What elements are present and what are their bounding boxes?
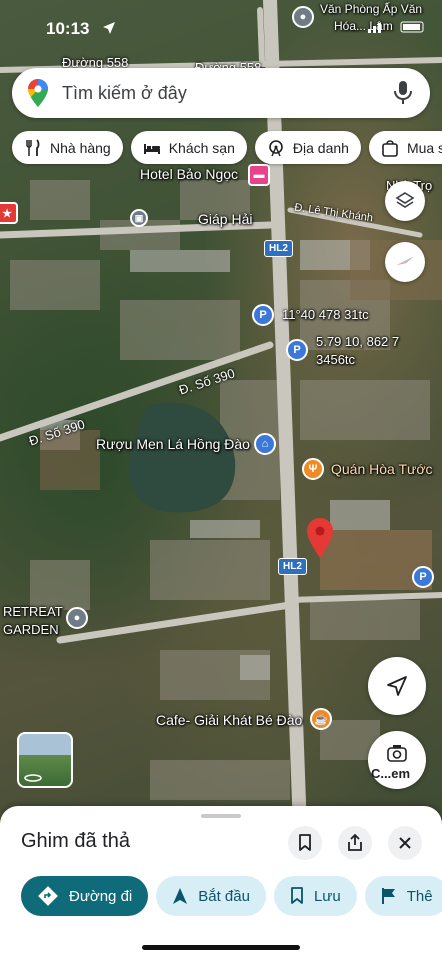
compass-icon <box>397 257 413 265</box>
poi-ruou-men[interactable]: Rượu Men Lá Hồng Đào <box>96 437 250 452</box>
attraction-star-icon[interactable]: ★ <box>0 202 18 224</box>
search-bar[interactable]: Tìm kiếm ở đây <box>12 68 430 118</box>
flag-icon <box>381 888 395 904</box>
parking-p-icon-3[interactable]: P <box>412 566 434 588</box>
bottom-sheet[interactable]: Ghim đã thả Đường đi Bắt đầu Lưu Thê <box>0 806 442 960</box>
start-label: Bắt đầu <box>198 887 250 905</box>
google-maps-logo-icon <box>28 79 48 107</box>
restaurant-fork-icon[interactable]: Ψ <box>302 458 324 480</box>
share-button[interactable] <box>338 826 372 860</box>
directions-button[interactable]: Đường đi <box>21 876 149 916</box>
highway-shield-hl2-top: HL2 <box>264 240 293 257</box>
close-icon <box>399 837 411 849</box>
parking-p-icon-2[interactable]: P <box>286 339 308 361</box>
poi-garden: GARDEN <box>3 622 59 637</box>
my-location-button[interactable] <box>368 657 426 715</box>
poi-coord-1[interactable]: 11°40 478 31tc <box>282 307 369 322</box>
chip-label: Khách sạn <box>168 139 235 156</box>
poi-coord-2[interactable]: 5.79 10, 862 7 <box>316 334 399 349</box>
dropped-pin-marker-icon[interactable] <box>307 518 333 558</box>
poi-retreat[interactable]: RETREAT <box>3 604 63 619</box>
close-button[interactable] <box>388 826 422 860</box>
shopping-bag-icon <box>382 139 398 157</box>
add-label-button[interactable]: Thê <box>364 876 442 916</box>
sheet-drag-handle[interactable] <box>201 814 241 818</box>
chip-restaurants[interactable]: Nhà hàng <box>12 131 123 164</box>
chip-label: Nhà hàng <box>50 139 111 156</box>
directions-label: Đường đi <box>69 887 133 905</box>
bed-icon <box>143 143 160 154</box>
lens-label: C...em <box>371 766 411 781</box>
ferris-wheel-icon <box>269 139 283 156</box>
chip-attractions[interactable]: Địa danh <box>254 131 361 164</box>
action-buttons: Đường đi Bắt đầu Lưu Thê <box>21 876 442 916</box>
fork-knife-icon <box>26 138 40 156</box>
poi-cafe-be-dao[interactable]: Cafe- Giải Khát Bé Đào <box>156 713 302 728</box>
poi-coord-3: 3456tc <box>316 352 356 367</box>
chip-shopping[interactable]: Mua s <box>368 131 442 164</box>
bus-stop-icon[interactable]: ▣ <box>130 209 148 227</box>
share-icon <box>348 834 362 851</box>
home-indicator[interactable] <box>142 945 300 950</box>
chip-label: Mua s <box>406 139 442 156</box>
poi-hotel-bao-ngoc[interactable]: Hotel Bảo Ngọc <box>140 167 238 182</box>
rotate-360-icon <box>24 774 42 782</box>
search-input[interactable]: Tìm kiếm ở đây <box>62 83 392 104</box>
save-label: Lưu <box>313 887 341 905</box>
add-label-label: Thê <box>406 887 433 905</box>
sheet-title: Ghim đã thả <box>21 830 130 852</box>
street-view-thumbnail[interactable] <box>17 732 73 788</box>
shop-lock-icon[interactable]: ⌂ <box>254 433 276 455</box>
camera-icon <box>387 745 407 762</box>
directions-icon <box>38 886 58 906</box>
save-bookmark-button[interactable] <box>288 826 322 860</box>
poi-quan-hoa-tuoc[interactable]: Quán Hòa Tước <box>331 462 433 477</box>
save-button[interactable]: Lưu <box>273 876 357 916</box>
office-place-icon[interactable]: ● <box>292 6 314 28</box>
status-icons <box>368 20 428 37</box>
hotel-bed-icon[interactable]: ▬ <box>248 164 270 186</box>
location-arrow-icon <box>103 22 115 34</box>
bookmark-icon <box>299 834 311 851</box>
chip-label: Địa danh <box>292 139 349 156</box>
navigation-arrow-icon <box>173 888 188 904</box>
parking-p-icon[interactable]: P <box>252 304 274 326</box>
highway-shield-hl2-bottom: HL2 <box>278 558 307 575</box>
layers-button[interactable] <box>385 181 425 221</box>
start-button[interactable]: Bắt đầu <box>156 876 266 916</box>
navigation-arrow-icon <box>387 676 407 696</box>
microphone-icon[interactable] <box>392 80 414 106</box>
compass-button[interactable] <box>385 242 425 282</box>
poi-giap-hai[interactable]: Giáp Hải <box>198 212 252 227</box>
status-time: 10:13 <box>46 19 90 38</box>
chip-hotels[interactable]: Khách sạn <box>130 131 247 164</box>
poi-van-phong[interactable]: Văn Phòng Ấp Văn <box>320 2 422 17</box>
cafe-cup-icon[interactable]: ☕ <box>310 708 332 730</box>
place-pin-icon[interactable]: ● <box>66 607 88 629</box>
layers-icon <box>395 192 415 208</box>
category-chips: Nhà hàng Khách sạn Địa danh Mua s <box>12 131 442 164</box>
bookmark-icon <box>291 887 303 904</box>
signal-wifi-battery-icon <box>368 21 424 33</box>
